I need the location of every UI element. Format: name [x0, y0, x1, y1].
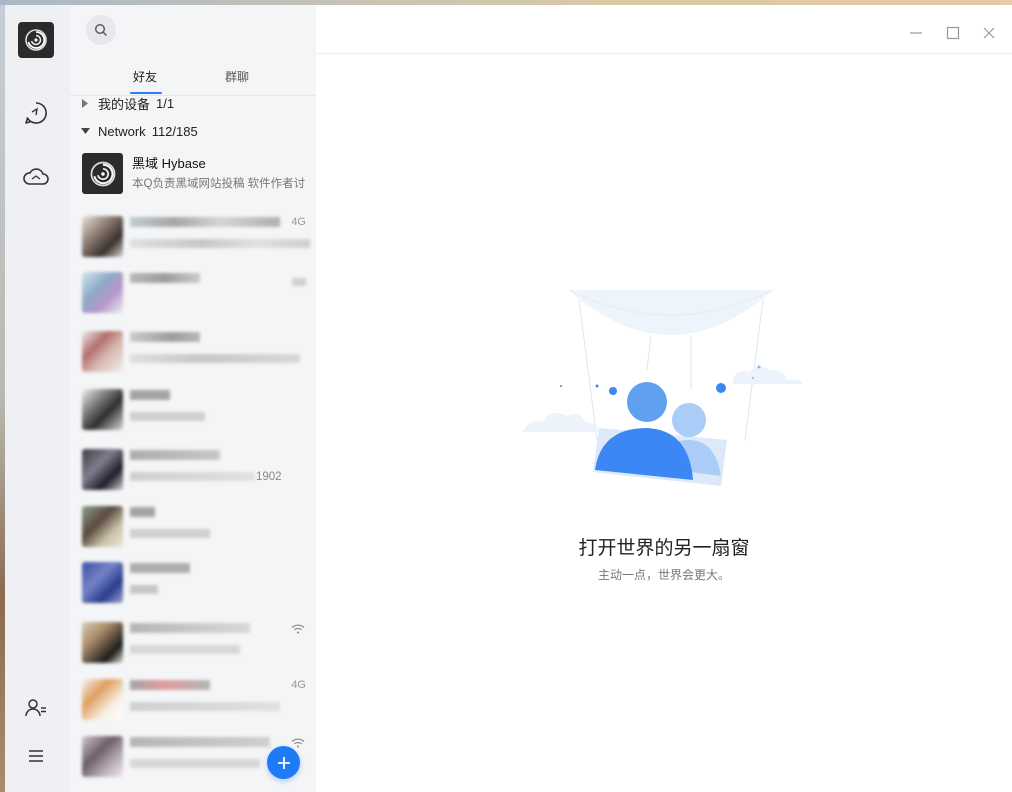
redacted-status — [130, 759, 260, 768]
contact-status-fragment: 1902 — [256, 471, 282, 483]
avatar — [82, 216, 123, 257]
app-logo[interactable] — [18, 22, 54, 58]
wifi-icon — [291, 738, 305, 748]
network-tag: 4G — [291, 216, 306, 228]
contact-row[interactable]: 黑域 Hybase 本Q负责黑域网站投稿 软件作者讨 — [70, 145, 316, 201]
redacted-name — [130, 217, 280, 227]
main-pane: 打开世界的另一扇窗 主动一点，世界会更大。 — [316, 5, 1012, 792]
caret-right-icon — [80, 98, 90, 108]
caret-down-icon — [80, 128, 90, 134]
contact-status: 本Q负责黑域网站投稿 软件作者讨 — [132, 178, 306, 190]
chat-icon — [25, 102, 47, 124]
header-divider — [316, 53, 1012, 54]
sidebar-contacts[interactable] — [22, 694, 50, 722]
empty-state-title: 打开世界的另一扇窗 — [578, 538, 750, 559]
redacted-status — [130, 412, 205, 421]
maximize-button[interactable] — [945, 25, 961, 41]
redacted-name — [130, 390, 170, 400]
search-icon — [94, 23, 107, 36]
redacted-name — [130, 737, 270, 747]
redacted-name — [130, 450, 220, 460]
contact-row[interactable]: 4G — [70, 671, 316, 727]
redacted-status — [130, 702, 280, 711]
avatar — [82, 331, 123, 372]
redacted-name — [130, 623, 250, 633]
avatar — [82, 736, 123, 777]
plus-icon — [277, 756, 290, 769]
redacted-status — [130, 239, 310, 248]
empty-state-subtitle: 主动一点，世界会更大。 — [597, 568, 730, 582]
sidebar-menu[interactable] — [22, 742, 50, 770]
cloud-icon — [23, 168, 49, 185]
search-button[interactable] — [86, 15, 116, 45]
contact-row[interactable] — [70, 264, 316, 320]
redacted-status — [130, 645, 240, 654]
sidebar — [5, 5, 70, 792]
avatar — [82, 272, 123, 313]
redacted-tag — [292, 278, 306, 286]
contact-row[interactable] — [70, 323, 316, 379]
redacted-name — [130, 507, 155, 517]
maximize-icon — [946, 26, 960, 40]
sidebar-cloud[interactable] — [22, 163, 50, 191]
menu-icon — [29, 750, 43, 762]
avatar — [82, 679, 123, 720]
avatar — [82, 506, 123, 547]
avatar — [82, 389, 123, 430]
redacted-status — [130, 354, 300, 363]
redacted-name — [130, 273, 200, 283]
contact-row[interactable]: 1902 — [70, 441, 316, 497]
contact-row[interactable]: 4G — [70, 208, 316, 264]
group-name: 我的设备 — [98, 96, 151, 112]
contact-row[interactable] — [70, 614, 316, 670]
minimize-button[interactable] — [908, 25, 924, 41]
redacted-status — [130, 529, 210, 538]
redacted-status — [130, 585, 158, 594]
close-button[interactable] — [981, 25, 997, 41]
avatar — [82, 153, 123, 194]
contact-tabs: 好友 群聊 — [70, 55, 316, 96]
avatar — [82, 562, 123, 603]
tab-groups[interactable]: 群聊 — [225, 68, 249, 85]
group-count: 112/185 — [151, 123, 198, 139]
group-network[interactable]: Network 112/185 — [70, 119, 316, 143]
contacts-icon — [25, 699, 46, 717]
redacted-name — [130, 680, 210, 690]
redacted-name — [130, 332, 200, 342]
avatar — [82, 622, 123, 663]
sidebar-chat[interactable] — [22, 99, 50, 127]
close-icon — [983, 27, 995, 39]
empty-state-illustration — [523, 289, 803, 486]
minimize-icon — [910, 32, 922, 34]
contact-row[interactable] — [70, 498, 316, 554]
wifi-icon — [291, 624, 305, 634]
group-count: 1/1 — [156, 95, 175, 111]
add-button[interactable] — [267, 746, 300, 779]
network-tag: 4G — [291, 679, 306, 691]
redacted-name — [130, 563, 190, 573]
group-my-devices[interactable]: 我的设备 1/1 — [70, 91, 316, 115]
swirl-logo-icon — [90, 161, 115, 186]
tab-friends[interactable]: 好友 — [133, 68, 157, 85]
contact-row[interactable] — [70, 554, 316, 610]
avatar — [82, 449, 123, 490]
group-name: Network — [98, 123, 146, 139]
contact-name: 黑域 Hybase — [132, 156, 206, 171]
contacts-panel: 好友 群聊 我的设备 1/1 Network 112/185 黑域 Hybase… — [70, 5, 317, 792]
swirl-logo-icon — [25, 29, 47, 51]
redacted-status — [130, 472, 255, 481]
contact-row[interactable] — [70, 381, 316, 437]
